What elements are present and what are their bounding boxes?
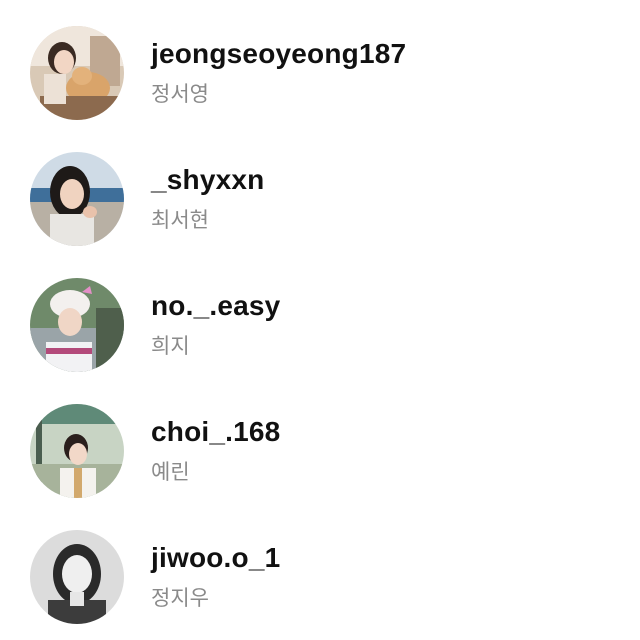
account-row[interactable]: jeongseoyeong187 정서영 xyxy=(0,10,640,136)
account-row[interactable]: choi_.168 예린 xyxy=(0,388,640,514)
display-name: 정서영 xyxy=(151,82,209,106)
avatar[interactable] xyxy=(30,26,124,120)
account-row[interactable]: _shyxxn 최서현 xyxy=(0,136,640,262)
avatar[interactable] xyxy=(30,530,124,624)
username[interactable]: choi_.168 xyxy=(151,416,280,448)
profile-photo-woman-in-helmet-icon xyxy=(30,278,124,372)
username[interactable]: jeongseoyeong187 xyxy=(151,38,406,70)
profile-photo-woman-outdoors-icon xyxy=(30,404,124,498)
display-name: 정지우 xyxy=(151,586,209,610)
username[interactable]: no._.easy xyxy=(151,290,280,322)
username[interactable]: jiwoo.o_1 xyxy=(151,542,280,574)
profile-photo-woman-with-cat-icon xyxy=(30,26,124,120)
account-row[interactable]: jiwoo.o_1 정지우 xyxy=(0,514,640,640)
profile-photo-woman-grayscale-icon xyxy=(30,530,124,624)
account-row[interactable]: no._.easy 희지 xyxy=(0,262,640,388)
avatar[interactable] xyxy=(30,278,124,372)
display-name: 희지 xyxy=(151,334,190,358)
profile-photo-woman-by-sea-icon xyxy=(30,152,124,246)
display-name: 최서현 xyxy=(151,208,209,232)
avatar[interactable] xyxy=(30,152,124,246)
avatar[interactable] xyxy=(30,404,124,498)
account-list: jeongseoyeong187 정서영 _shyxxn 최서현 no._.ea… xyxy=(0,0,640,640)
username[interactable]: _shyxxn xyxy=(151,164,264,196)
display-name: 예린 xyxy=(151,460,190,484)
